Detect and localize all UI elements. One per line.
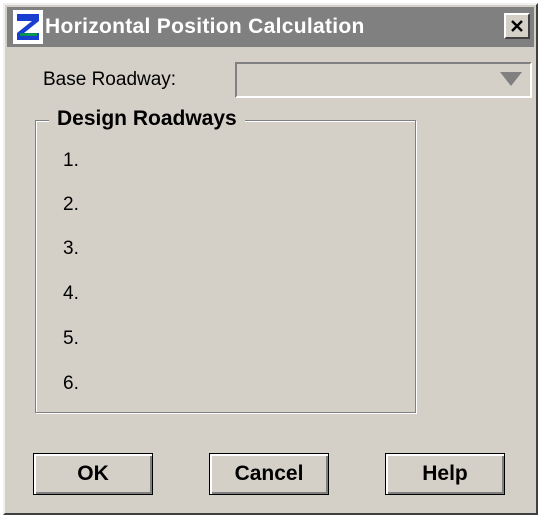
design-roadway-row-number: 1.: [63, 150, 79, 171]
close-button[interactable]: [504, 13, 530, 39]
cancel-button[interactable]: Cancel: [209, 453, 329, 495]
dropdown-arrow-icon[interactable]: [500, 72, 522, 86]
base-roadway-label: Base Roadway:: [43, 69, 177, 90]
base-roadway-dropdown[interactable]: [235, 62, 532, 98]
design-roadway-row-number: 6.: [63, 373, 79, 394]
design-roadways-group: [35, 120, 416, 413]
design-roadway-row-number: 2.: [63, 194, 79, 215]
window-title: Horizontal Position Calculation: [45, 15, 365, 38]
design-roadways-title: Design Roadways: [49, 107, 245, 131]
ok-button[interactable]: OK: [33, 453, 153, 495]
design-roadway-row-number: 3.: [63, 238, 79, 259]
design-roadway-row-number: 5.: [63, 328, 79, 349]
close-icon: [511, 20, 523, 32]
app-icon: [13, 10, 43, 44]
help-button[interactable]: Help: [385, 453, 505, 495]
title-bar[interactable]: Horizontal Position Calculation: [7, 7, 534, 47]
horizontal-position-dialog: Horizontal Position Calculation Base Roa…: [3, 3, 538, 515]
design-roadway-row-number: 4.: [63, 283, 79, 304]
